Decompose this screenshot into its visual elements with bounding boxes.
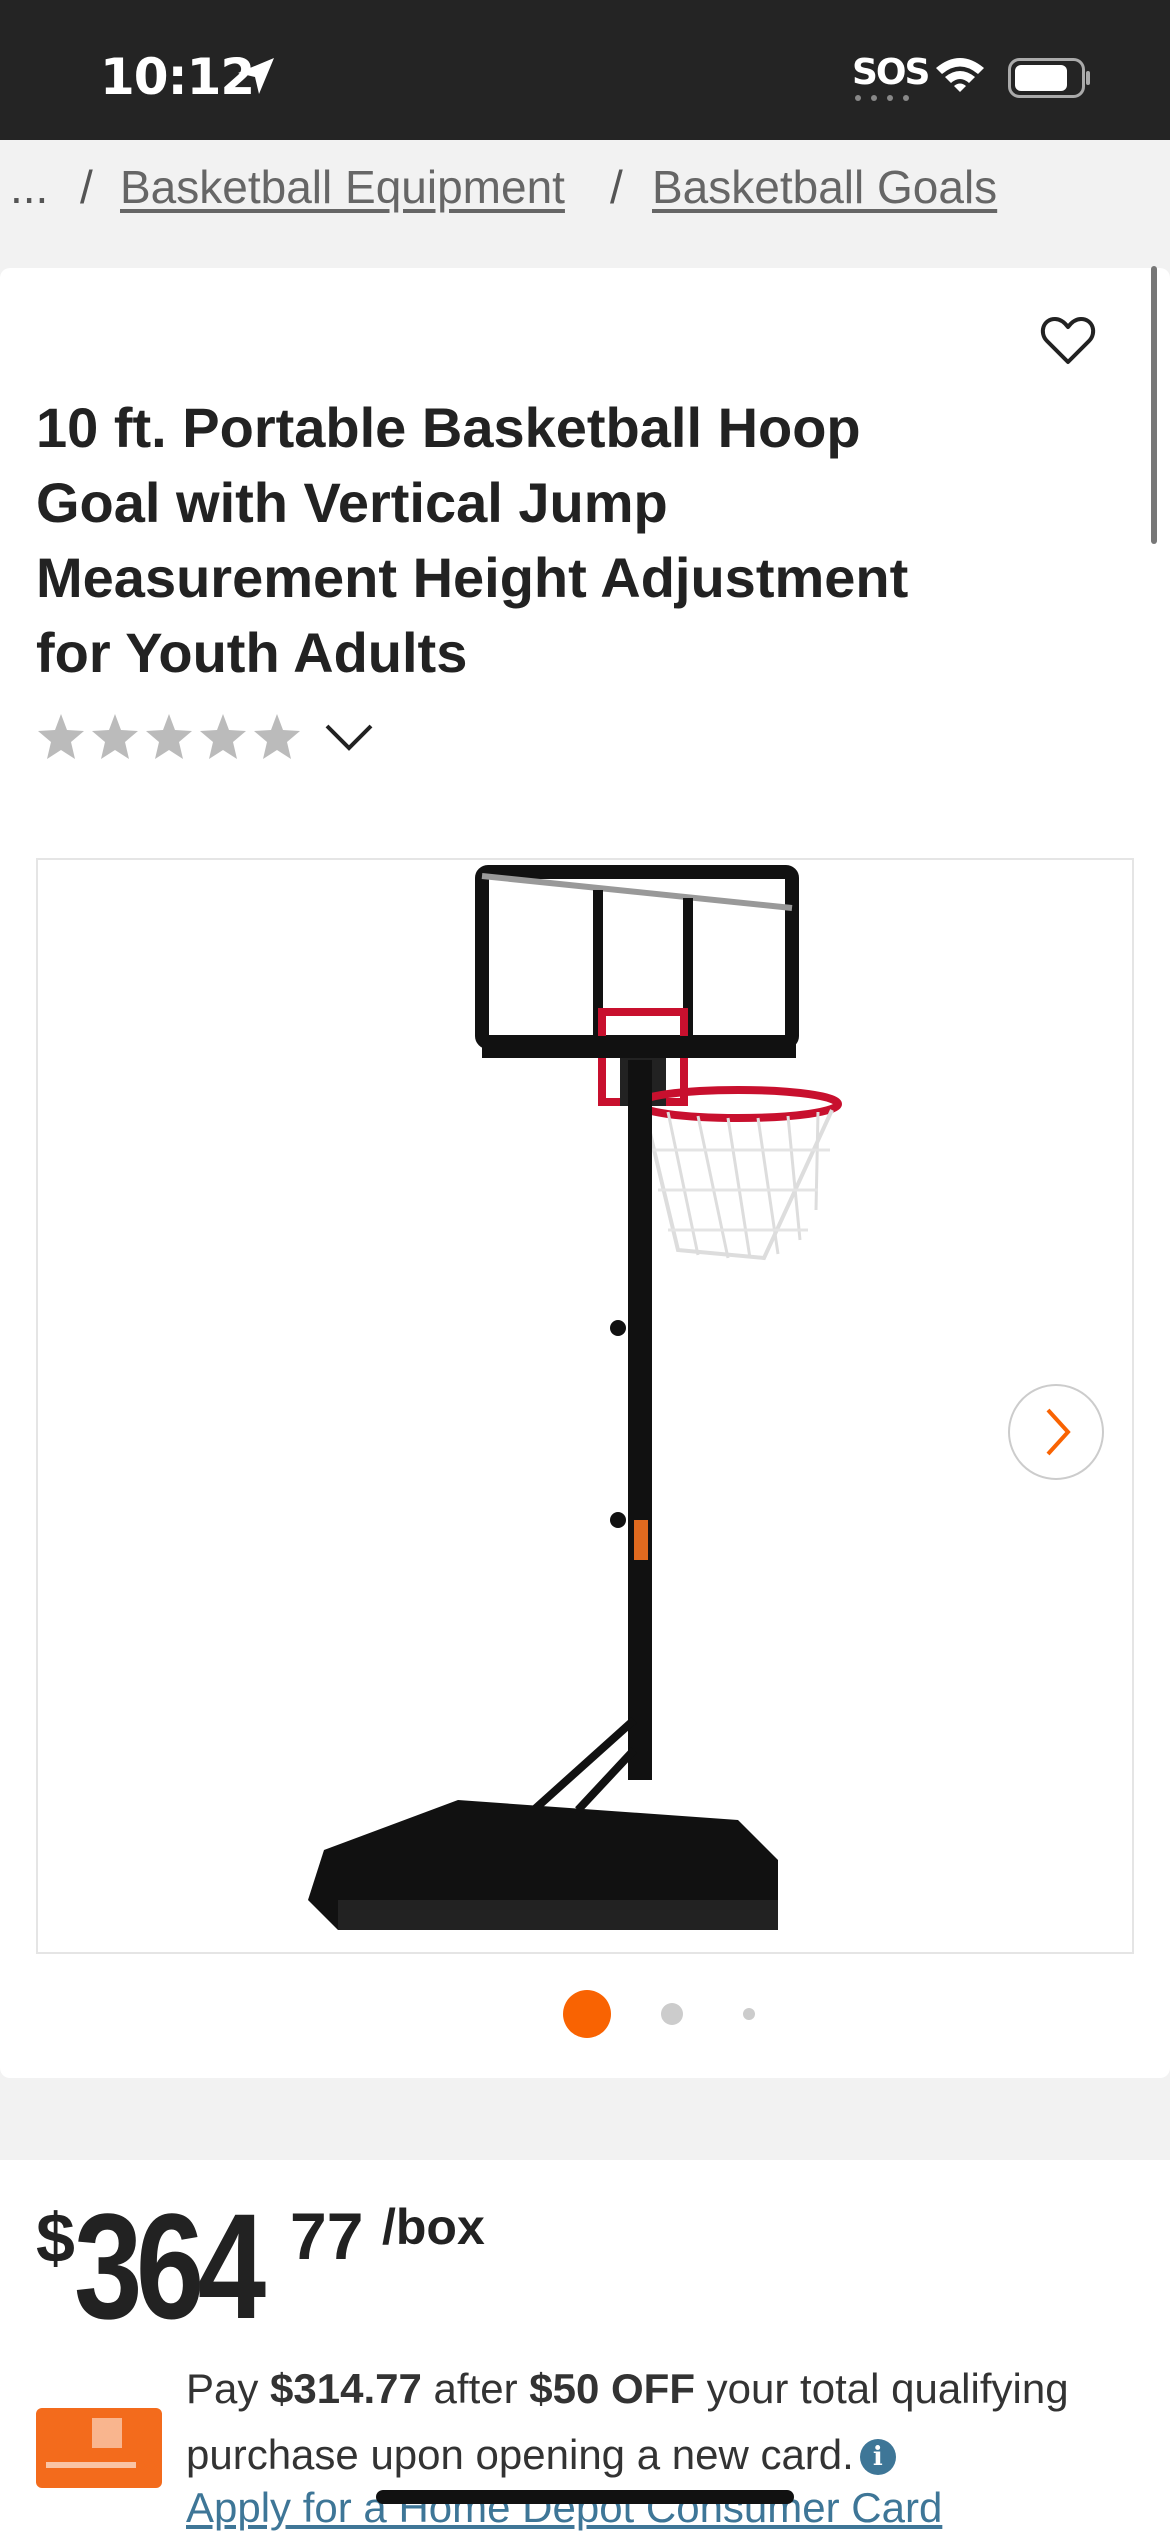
star-icon [200, 714, 246, 759]
rating-stars[interactable] [36, 712, 302, 762]
status-bar: 10:12 SOS [0, 0, 1170, 140]
star-icon [38, 714, 84, 759]
battery-icon [1008, 58, 1090, 98]
promo-amount: $314.77 [270, 2365, 422, 2412]
status-time: 10:12 [100, 48, 255, 106]
breadcrumb-ellipsis[interactable]: ... [10, 160, 48, 214]
favorite-heart-icon[interactable] [1040, 314, 1096, 366]
price-whole: 364 [74, 2182, 266, 2350]
wifi-icon [936, 58, 984, 92]
price-dollar-sign: $ [36, 2199, 75, 2277]
basketball-hoop-image [308, 865, 842, 1930]
breadcrumb-basketball-goals[interactable]: Basketball Goals [652, 160, 997, 214]
home-indicator[interactable] [376, 2490, 794, 2504]
star-icon [146, 714, 192, 759]
star-icon [254, 714, 300, 759]
signal-dots-icon [855, 95, 909, 101]
pagination-dot-active [563, 1990, 611, 2038]
promo-text: Pay $314.77 after $50 OFF your total qua… [186, 2356, 1126, 2488]
breadcrumb-separator: / [80, 161, 93, 213]
chevron-right-icon [1046, 1408, 1071, 1456]
breadcrumb-basketball-equipment[interactable]: Basketball Equipment [120, 160, 565, 214]
chevron-down-icon[interactable] [324, 722, 374, 752]
scrollbar[interactable] [1151, 266, 1157, 544]
price-cents: 77 [290, 2199, 364, 2273]
credit-card-icon [36, 2408, 162, 2488]
location-arrow-icon [238, 58, 274, 94]
star-icon [92, 714, 138, 759]
promo-discount: $50 OFF [529, 2365, 695, 2412]
breadcrumb: ... / Basketball Equipment / Basketball … [0, 140, 1170, 268]
pagination-dot [661, 2003, 683, 2025]
next-image-button[interactable] [1008, 1384, 1104, 1480]
promo-after-text: after [421, 2365, 530, 2412]
sos-indicator: SOS [852, 52, 930, 93]
info-icon[interactable]: i [859, 2439, 896, 2475]
product-image-gallery[interactable] [36, 858, 1134, 1954]
price-unit: /box [382, 2199, 485, 2255]
promo-pay-text: Pay [186, 2365, 271, 2412]
pagination-dot [743, 2008, 755, 2020]
gallery-pagination-dots[interactable] [560, 1990, 760, 2040]
breadcrumb-separator: / [610, 161, 623, 213]
product-title: 10 ft. Portable Basketball Hoop Goal wit… [36, 396, 909, 684]
